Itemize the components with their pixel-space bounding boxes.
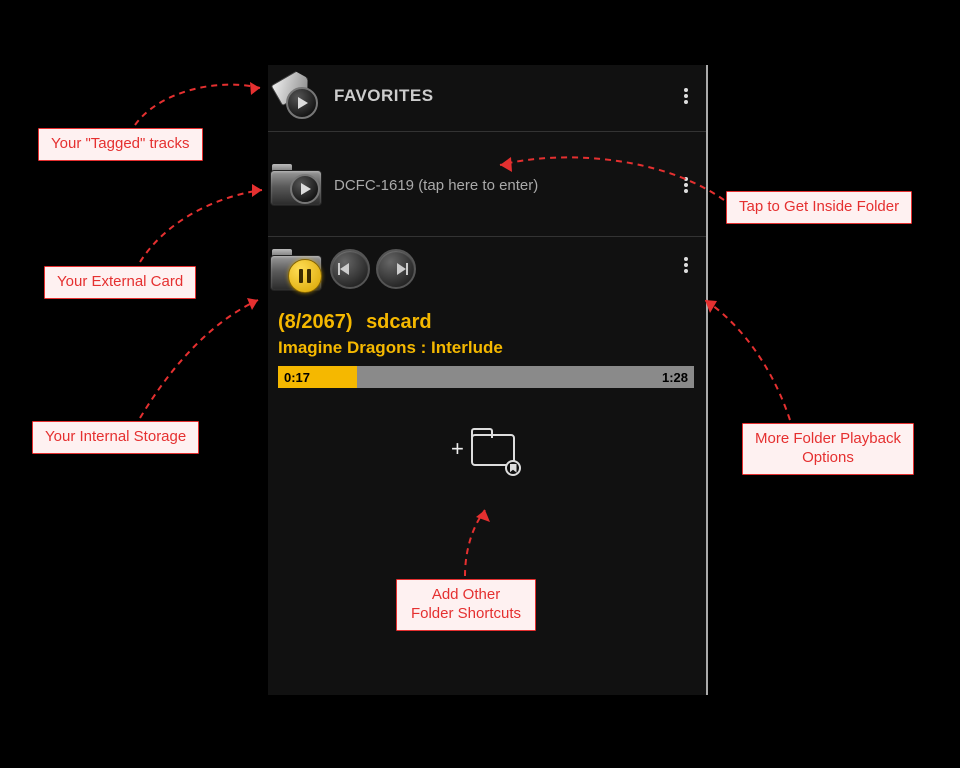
skip-next-button[interactable] [376, 249, 416, 289]
favorites-menu-button[interactable] [674, 84, 698, 108]
player-folder-name: sdcard [366, 311, 432, 333]
callout-add-shortcuts: Add Other Folder Shortcuts [396, 579, 536, 631]
track-title: Imagine Dragons : Interlude [278, 338, 694, 358]
folder-menu-button[interactable] [674, 173, 698, 197]
folder-row-dcfc[interactable]: DCFC-1619 (tap here to enter) [268, 132, 706, 237]
folder-pause-icon[interactable] [268, 245, 330, 295]
callout-more-options: More Folder Playback Options [742, 423, 914, 475]
folder-play-icon [268, 160, 330, 210]
add-folder-shortcut-button[interactable]: + [455, 428, 519, 472]
folder-label: DCFC-1619 (tap here to enter) [330, 177, 674, 194]
favorites-row[interactable]: FAVORITES [268, 65, 706, 132]
callout-tap-inside: Tap to Get Inside Folder [726, 191, 912, 224]
progress-bar[interactable]: 0:17 1:28 [278, 366, 694, 388]
track-counter: (8/2067) [278, 311, 353, 333]
skip-previous-button[interactable] [330, 249, 370, 289]
plus-icon: + [451, 436, 464, 462]
bookmark-icon [505, 460, 521, 476]
now-playing-row [268, 237, 706, 295]
time-elapsed: 0:17 [284, 370, 310, 385]
callout-tagged: Your "Tagged" tracks [38, 128, 203, 161]
callout-internal: Your Internal Storage [32, 421, 199, 454]
player-info: (8/2067) sdcard Imagine Dragons : Interl… [268, 295, 706, 394]
callout-external: Your External Card [44, 266, 196, 299]
time-total: 1:28 [662, 370, 688, 385]
player-menu-button[interactable] [674, 253, 698, 277]
favorites-label: FAVORITES [330, 86, 674, 106]
tag-play-icon [268, 71, 330, 121]
